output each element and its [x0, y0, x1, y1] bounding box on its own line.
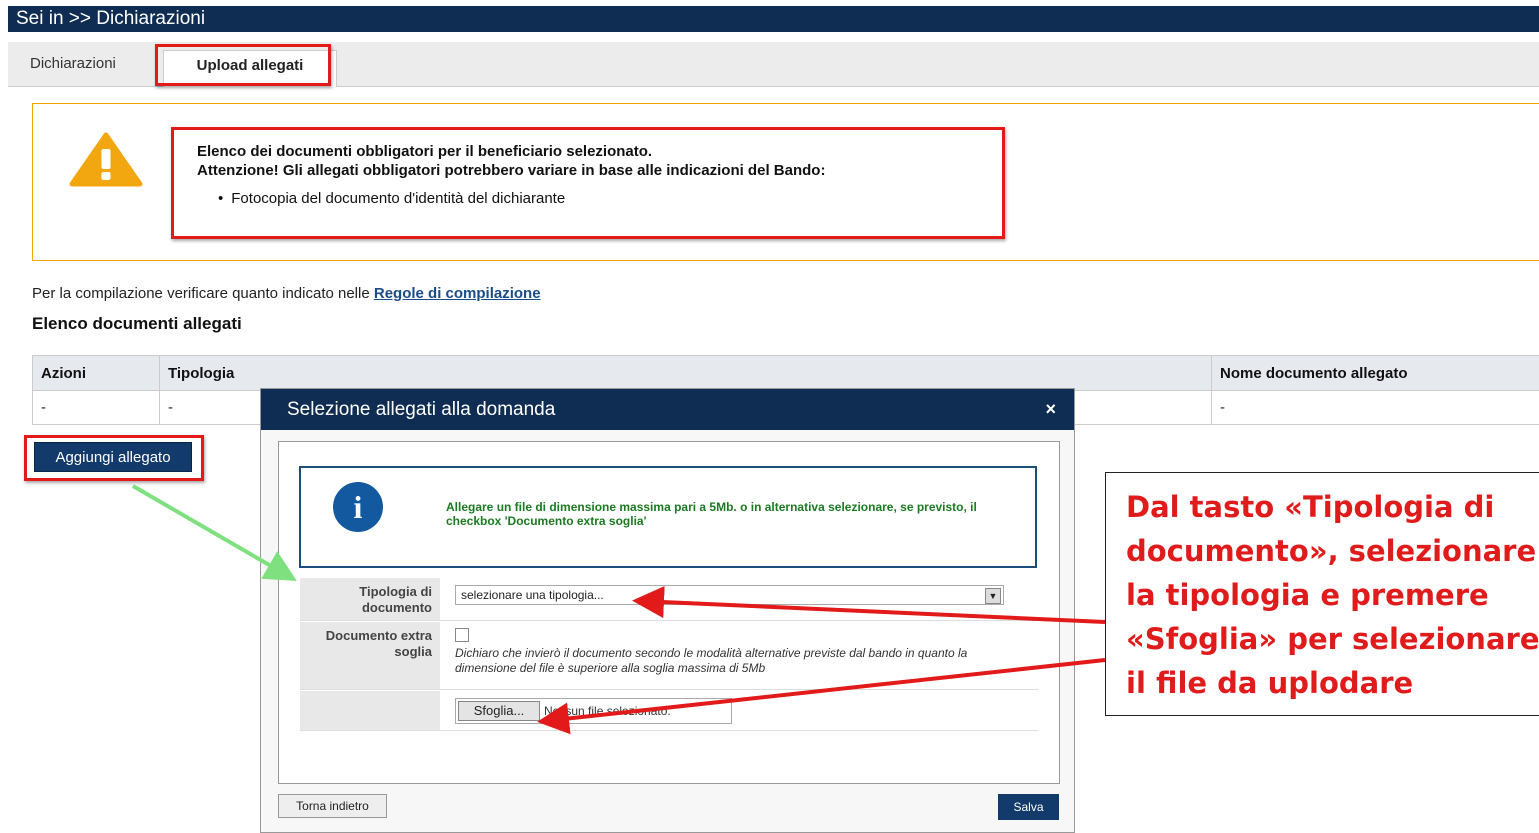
tab-bar: Dichiarazioni Upload allegati [8, 42, 1539, 87]
col-azioni: Azioni [33, 356, 160, 391]
rules-text: Per la compilazione verificare quanto in… [32, 285, 541, 302]
file-input[interactable]: Sfoglia... Nessun file selezionato. [455, 698, 732, 724]
annotation-callout: Dal tasto «Tipologia di documento», sele… [1105, 472, 1539, 716]
page-title-bar: Sei in >> Dichiarazioni [8, 6, 1539, 32]
alert-text: Elenco dei documenti obbligatori per il … [197, 142, 825, 180]
save-button[interactable]: Salva [998, 794, 1059, 820]
alert-line-1: Elenco dei documenti obbligatori per il … [197, 142, 825, 161]
alert-line-2: Attenzione! Gli allegati obbligatori pot… [197, 161, 825, 180]
dialog-header: Selezione allegati alla domanda × [261, 389, 1074, 430]
section-title: Elenco documenti allegati [32, 314, 242, 334]
extra-soglia-row: Documento extra soglia Dichiaro che invi… [300, 622, 1038, 690]
extra-soglia-label: Documento extra soglia [300, 622, 440, 689]
attachment-dialog: Selezione allegati alla domanda × i Alle… [260, 388, 1075, 833]
tab-upload-allegati[interactable]: Upload allegati [163, 50, 337, 87]
chevron-down-icon[interactable]: ▼ [985, 588, 1001, 604]
file-row: Sfoglia... Nessun file selezionato. [300, 691, 1038, 731]
mandatory-documents-alert [32, 103, 1539, 261]
dialog-title: Selezione allegati alla domanda [287, 399, 555, 420]
table-header-row: Azioni Tipologia Nome documento allegato [33, 356, 1539, 391]
file-label [300, 691, 440, 730]
back-button[interactable]: Torna indietro [278, 794, 387, 818]
page-title: Sei in >> Dichiarazioni [16, 8, 205, 29]
col-tipologia: Tipologia [160, 356, 1212, 391]
extra-soglia-description: Dichiaro che invierò il documento second… [455, 646, 1025, 676]
tab-dichiarazioni[interactable]: Dichiarazioni [18, 49, 128, 86]
rules-prefix: Per la compilazione verificare quanto in… [32, 285, 374, 302]
warning-icon [69, 132, 143, 187]
info-box: i Allegare un file di dimensione massima… [299, 466, 1037, 568]
dialog-body: i Allegare un file di dimensione massima… [278, 441, 1060, 784]
rules-link[interactable]: Regole di compilazione [374, 285, 541, 302]
info-text: Allegare un file di dimensione massima p… [446, 500, 986, 528]
close-icon[interactable]: × [1045, 389, 1056, 430]
cell-azioni: - [33, 391, 160, 425]
no-file-text: Nessun file selezionato. [544, 704, 671, 718]
info-icon: i [333, 482, 383, 532]
tipologia-label: Tipologia di documento [300, 578, 440, 620]
col-nome-documento: Nome documento allegato [1212, 356, 1539, 391]
cell-nome-documento: - [1212, 391, 1539, 425]
tipologia-row: Tipologia di documento selezionare una t… [300, 578, 1038, 621]
extra-soglia-checkbox[interactable] [455, 628, 469, 642]
add-attachment-button[interactable]: Aggiungi allegato [34, 442, 192, 472]
browse-button[interactable]: Sfoglia... [458, 701, 540, 721]
tipologia-select[interactable]: selezionare una tipologia... ▼ [455, 585, 1004, 605]
alert-list-item: Fotocopia del documento d'identità del d… [218, 190, 565, 207]
tipologia-selected-value: selezionare una tipologia... [461, 588, 604, 602]
